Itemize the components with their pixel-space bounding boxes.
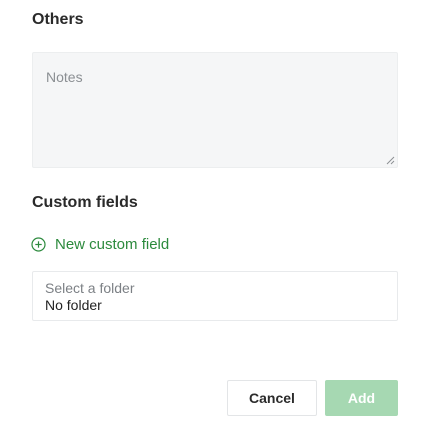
folder-select-value: No folder [45, 297, 102, 313]
plus-circle-icon [31, 237, 46, 252]
add-button[interactable]: Add [325, 380, 398, 416]
new-custom-field-button[interactable]: New custom field [31, 236, 169, 253]
cancel-button[interactable]: Cancel [227, 380, 317, 416]
folder-select-label: Select a folder [45, 280, 135, 296]
new-custom-field-label: New custom field [55, 236, 170, 253]
notes-textarea[interactable]: Notes [32, 52, 398, 168]
resize-handle-icon[interactable] [385, 155, 395, 165]
notes-placeholder: Notes [46, 69, 83, 85]
folder-select[interactable]: Select a folder No folder [32, 271, 398, 321]
custom-fields-section-title: Custom fields [32, 194, 138, 211]
others-section-title: Others [32, 11, 84, 28]
